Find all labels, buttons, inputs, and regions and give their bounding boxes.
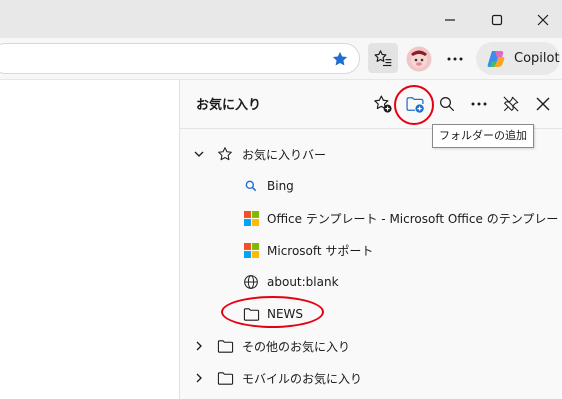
- copilot-label: Copilot: [514, 51, 560, 66]
- address-bar[interactable]: [0, 43, 360, 74]
- pin-off-icon: [503, 96, 519, 112]
- star-add-icon: [374, 95, 392, 113]
- favorites-panel: お気に入り お気に入りバー Bing Office テンプレート - Micro…: [179, 80, 562, 399]
- tree-item-label: about:blank: [267, 275, 339, 289]
- tree-item-label: お気に入りバー: [242, 147, 327, 162]
- tree-item-office-templates[interactable]: Office テンプレート - Microsoft Office のテンプレー: [242, 203, 558, 233]
- more-horizontal-icon: [471, 102, 487, 106]
- star-outline-icon: [216, 145, 234, 163]
- page-content: [0, 80, 180, 399]
- favorites-list-icon: [374, 50, 392, 67]
- tree-item-mobile-favorites[interactable]: モバイルのお気に入り: [192, 363, 362, 393]
- tree-item-label: Microsoft サポート: [267, 243, 374, 258]
- folder-icon: [216, 369, 234, 387]
- chevron-down-icon[interactable]: [192, 147, 206, 161]
- close-panel-button[interactable]: [532, 93, 554, 115]
- minimize-button[interactable]: [437, 7, 463, 33]
- profile-avatar[interactable]: [405, 45, 433, 73]
- favorites-button[interactable]: [368, 43, 398, 73]
- tree-item-label: その他のお気に入り: [242, 339, 351, 354]
- copilot-button[interactable]: Copilot: [476, 42, 560, 75]
- tree-item-label: Office テンプレート - Microsoft Office のテンプレー: [267, 211, 559, 226]
- panel-title: お気に入り: [196, 98, 262, 113]
- more-horizontal-icon: [447, 57, 463, 61]
- maximize-icon: [491, 14, 503, 26]
- maximize-button[interactable]: [484, 7, 510, 33]
- microsoft-logo-icon: [242, 209, 260, 227]
- tree-item-about-blank[interactable]: about:blank: [242, 267, 339, 297]
- close-icon: [537, 14, 549, 26]
- more-menu-button[interactable]: [444, 49, 466, 69]
- globe-icon: [242, 273, 260, 291]
- add-folder-tooltip: フォルダーの追加: [432, 124, 534, 148]
- search-favorites-button[interactable]: [436, 93, 458, 115]
- tree-item-label: モバイルのお気に入り: [242, 371, 363, 386]
- highlight-circle-add-folder: [394, 85, 434, 125]
- bing-search-icon: [242, 177, 260, 195]
- close-window-button[interactable]: [530, 7, 556, 33]
- add-favorite-button[interactable]: [372, 93, 394, 115]
- panel-more-button[interactable]: [468, 93, 490, 115]
- title-bar: [0, 0, 562, 38]
- highlight-circle-news: [221, 296, 324, 328]
- microsoft-logo-icon: [242, 241, 260, 259]
- close-icon: [536, 97, 550, 111]
- favorite-star-button[interactable]: [330, 49, 350, 69]
- chevron-right-icon[interactable]: [192, 339, 206, 353]
- chevron-right-icon[interactable]: [192, 371, 206, 385]
- folder-icon: [216, 337, 234, 355]
- tree-item-other-favorites[interactable]: その他のお気に入り: [192, 331, 350, 361]
- tree-item-bing[interactable]: Bing: [242, 171, 294, 201]
- search-icon: [440, 97, 455, 112]
- tree-item-favorites-bar[interactable]: お気に入りバー: [192, 139, 326, 169]
- pin-panel-button[interactable]: [500, 93, 522, 115]
- browser-toolbar: Copilot: [0, 38, 562, 80]
- copilot-icon: [487, 50, 505, 67]
- tree-item-microsoft-support[interactable]: Microsoft サポート: [242, 235, 373, 265]
- star-filled-icon: [332, 51, 348, 66]
- avatar-icon: [406, 46, 432, 72]
- tree-item-label: Bing: [267, 179, 294, 193]
- minimize-icon: [445, 19, 455, 21]
